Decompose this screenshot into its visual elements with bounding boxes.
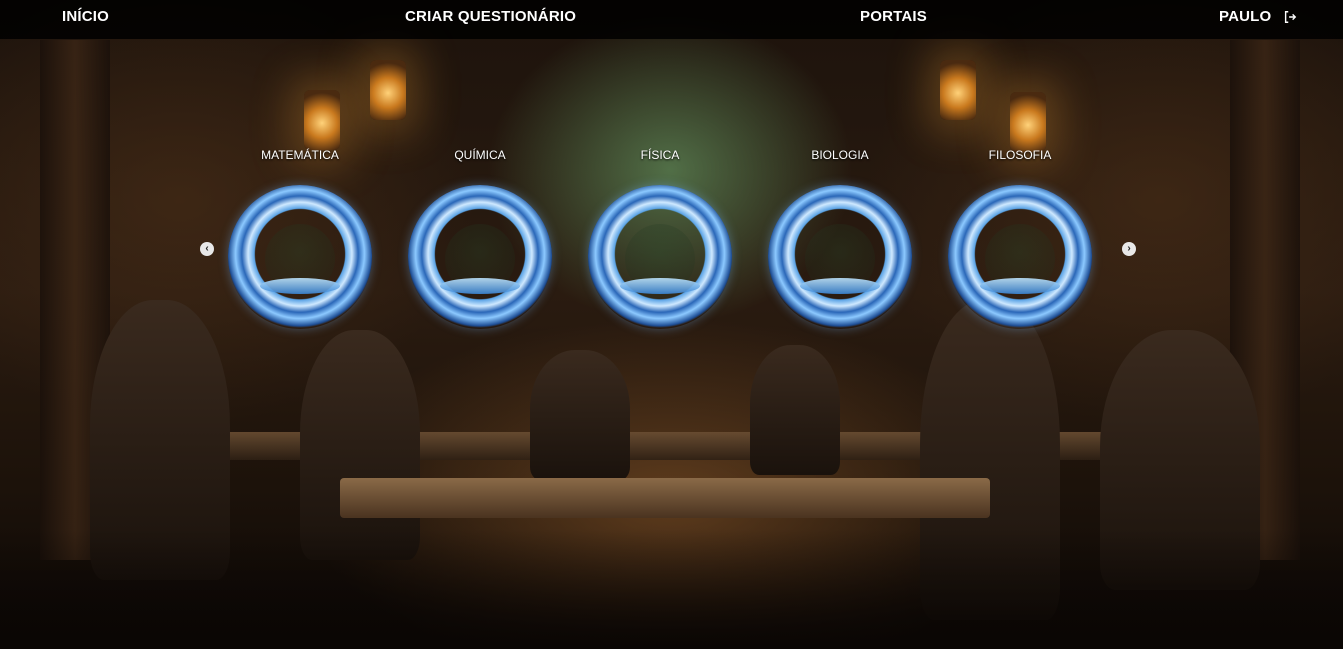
portal-ice-base [440, 278, 520, 294]
portal-ice-base [800, 278, 880, 294]
nav-home-link[interactable]: INÍCIO [62, 8, 109, 25]
portal-card-quimica[interactable]: QUÍMICA [400, 140, 560, 340]
lantern-decoration [370, 60, 406, 120]
floor-shadow [0, 529, 1343, 649]
nav-create-quiz-link[interactable]: CRIAR QUESTIONÁRIO [405, 8, 576, 25]
table-decoration [190, 432, 1150, 460]
user-name: PAULO [1219, 8, 1272, 25]
top-navbar: INÍCIO CRIAR QUESTIONÁRIO PORTAIS PAULO [0, 0, 1343, 39]
portal-ice-base [260, 278, 340, 294]
logout-icon[interactable] [1283, 10, 1297, 24]
portal-ice-base [620, 278, 700, 294]
character-figure [1100, 330, 1260, 590]
chevron-left-icon[interactable]: ‹ [200, 242, 214, 256]
portal-ice-base [980, 278, 1060, 294]
portal-label: MATEMÁTICA [261, 148, 339, 162]
portal-label: FÍSICA [640, 148, 680, 162]
character-figure [530, 350, 630, 480]
table-decoration [340, 478, 990, 518]
portal-label: FILOSOFIA [988, 148, 1052, 162]
portal-carousel: ‹ MATEMÁTICA QUÍMICA FÍSICA BIOLOGIA FIL… [190, 140, 1150, 340]
lantern-decoration [940, 60, 976, 120]
character-figure [300, 330, 420, 560]
pillar-decoration [1230, 40, 1300, 560]
pillar-decoration [40, 40, 110, 560]
character-figure [920, 300, 1060, 620]
portal-card-filosofia[interactable]: FILOSOFIA [940, 140, 1100, 340]
user-menu: PAULO [1219, 8, 1297, 25]
character-figure [750, 345, 840, 475]
portal-label: QUÍMICA [454, 148, 506, 162]
portal-card-fisica[interactable]: FÍSICA [580, 140, 740, 340]
portal-card-matematica[interactable]: MATEMÁTICA [220, 140, 380, 340]
portal-label: BIOLOGIA [811, 148, 869, 162]
tavern-background: INÍCIO CRIAR QUESTIONÁRIO PORTAIS PAULO … [0, 0, 1343, 649]
chevron-right-icon[interactable]: › [1122, 242, 1136, 256]
character-figure [90, 300, 230, 580]
nav-portals-link[interactable]: PORTAIS [860, 8, 927, 25]
portal-card-biologia[interactable]: BIOLOGIA [760, 140, 920, 340]
